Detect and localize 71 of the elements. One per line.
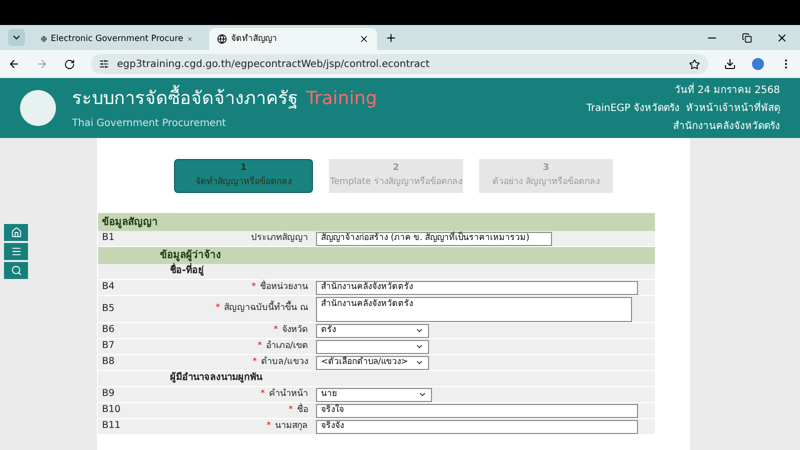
site-info-icon[interactable]: [99, 59, 109, 69]
dropdown[interactable]: [316, 340, 429, 354]
field-label: ชื่อ: [297, 404, 308, 417]
field-label: ตำบล/แขวง: [260, 356, 308, 369]
field-code: B8: [101, 355, 116, 370]
close-icon[interactable]: [359, 34, 369, 44]
group-label: ชื่อ-ที่อยู่: [98, 264, 655, 280]
field-label: อำเภอ/เขต: [266, 340, 308, 353]
new-tab-icon[interactable]: [385, 32, 397, 44]
input-field[interactable]: จริงใจ: [316, 404, 638, 418]
field-code: B4: [101, 280, 116, 294]
browser-tab[interactable]: จัดทำสัญญา: [209, 28, 377, 50]
dropdown[interactable]: <ตัวเลือกตำบล/แขวง>: [316, 356, 429, 370]
browser-tab[interactable]: Electronic Government Procure: [33, 28, 201, 50]
close-icon[interactable]: [776, 32, 788, 44]
text-area[interactable]: สำนักงานคลังจังหวัดตรัง: [316, 296, 632, 322]
required-mark: *: [252, 356, 257, 369]
training-label: Training: [306, 87, 378, 111]
input-field[interactable]: สัญญาจ้างก่อสร้าง (ภาค ข. สัญญาที่เป็นราคาเหมารวม): [316, 232, 552, 246]
menu-button[interactable]: [4, 243, 28, 260]
field-code: B11: [101, 419, 122, 434]
group-label: ผู้มีอำนาจลงนามผูกพัน: [98, 371, 655, 387]
field-label: ประเภทสัญญา: [251, 232, 308, 245]
home-icon: [10, 227, 22, 238]
site-icon: [41, 34, 47, 44]
dropdown[interactable]: นาย: [316, 388, 432, 402]
required-mark: *: [257, 340, 262, 353]
field-code: B10: [101, 403, 122, 418]
back-icon[interactable]: [8, 58, 20, 70]
close-icon[interactable]: [187, 34, 193, 44]
home-button[interactable]: [4, 224, 28, 241]
field-label: สัญญาฉบับนี้ทำขึ้น ณ: [224, 302, 308, 316]
site-subtitle: Thai Government Procurement: [72, 117, 227, 131]
menu-icon: [10, 246, 22, 257]
section-header: ข้อมูลผู้ว่าจ้าง: [98, 247, 655, 264]
user-text: TrainEGP จังหวัดตรัง หัวหน้าเจ้าหน้าที่พัสดุ: [586, 100, 780, 116]
field-label: ชื่อหน่วยงาน: [260, 280, 308, 294]
site-icon: [217, 34, 227, 44]
input-field[interactable]: จริงจัง: [316, 420, 638, 434]
field-code: B5: [101, 302, 116, 316]
required-mark: *: [252, 280, 256, 294]
required-mark: *: [266, 420, 271, 433]
input-field[interactable]: สำนักงานคลังจังหวัดตรัง: [316, 280, 638, 294]
field-code: B7: [101, 339, 116, 354]
field-code: B1: [101, 231, 116, 246]
restore-icon[interactable]: [742, 32, 752, 42]
tab-title: Electronic Government Procure: [50, 32, 184, 46]
required-mark: *: [260, 388, 265, 401]
field-label: จังหวัด: [282, 324, 308, 337]
required-mark: *: [274, 324, 278, 337]
field-code: B6: [101, 323, 116, 338]
field-label: คำนำหน้า: [269, 388, 308, 401]
office-text: สำนักงานคลังจังหวัดตรัง: [673, 120, 780, 134]
profile-icon[interactable]: [752, 58, 764, 70]
search-icon: [10, 265, 22, 276]
dropdown[interactable]: ตรัง: [316, 324, 429, 338]
field-label: นามสกุล: [275, 420, 308, 433]
required-mark: *: [288, 404, 293, 417]
required-mark: *: [216, 302, 220, 316]
caret-icon: [418, 390, 427, 399]
search-button[interactable]: [4, 262, 28, 279]
tab-list-button[interactable]: [8, 29, 25, 46]
reload-icon[interactable]: [64, 58, 75, 70]
tab-title: จัดทำสัญญา: [231, 32, 278, 46]
download-icon[interactable]: [724, 58, 736, 70]
bookmark-icon[interactable]: [689, 58, 700, 70]
date-text: วันที่ 24 มกราคม 2568: [674, 82, 780, 98]
field-code: B9: [101, 387, 116, 402]
site-title: ระบบการจัดซื้อจัดจ้างภาครัฐ: [72, 85, 298, 112]
section-header: ข้อมูลสัญญา: [98, 213, 655, 231]
address-bar[interactable]: egp3training.cgd.go.th/egpecontractWeb/jsp/control.econtract: [91, 54, 708, 74]
